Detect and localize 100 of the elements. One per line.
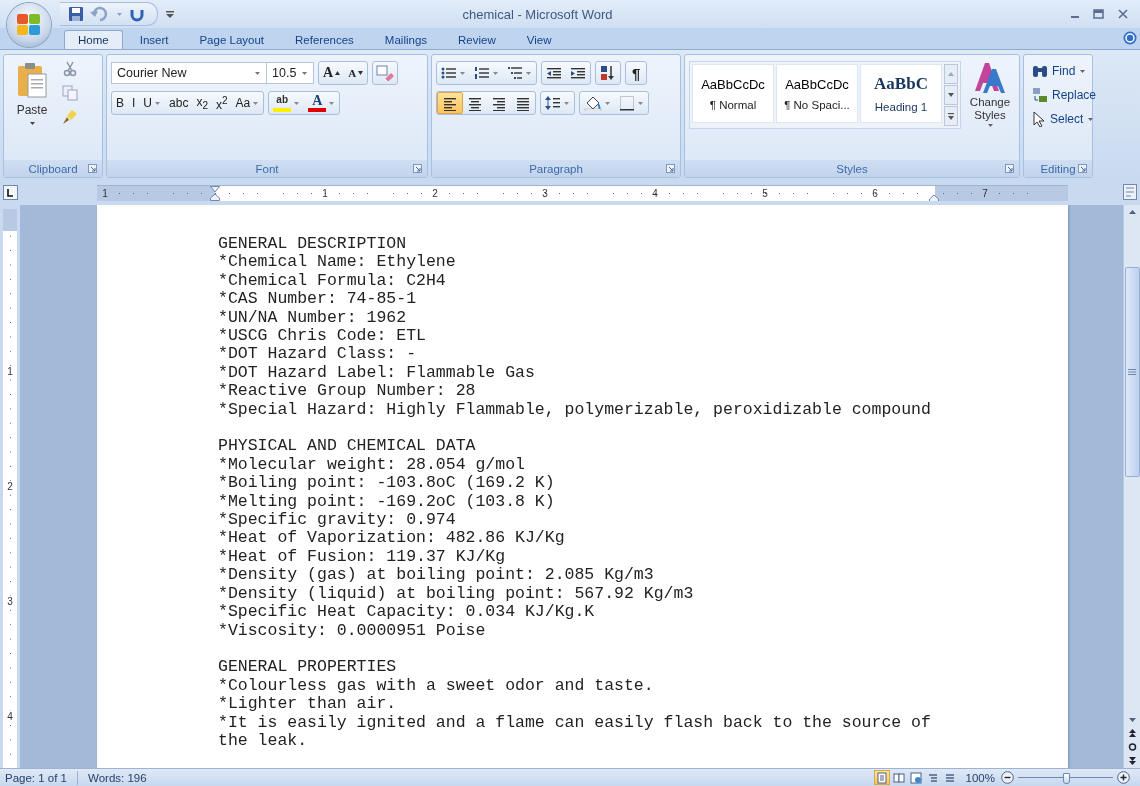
dialog-launcher-icon (666, 164, 675, 173)
font-name-field[interactable]: Courier New (111, 62, 267, 84)
italic-button[interactable]: I (128, 92, 140, 114)
ruler-number: 2 (7, 481, 13, 492)
underline-button[interactable]: U (139, 92, 166, 114)
ruler-number: 1 (7, 366, 13, 377)
ruler-number: 2 (432, 188, 438, 199)
ribbon-tab[interactable]: View (512, 30, 566, 49)
document-line: *Colourless gas with a sweet odor and taste. (218, 676, 655, 696)
caret-icon (301, 70, 308, 76)
section-heading: GENERAL DESCRIPTION (218, 235, 408, 254)
customize-caret-icon (166, 11, 174, 19)
font-color-button[interactable]: A (304, 92, 340, 114)
ribbon-tab[interactable]: References (281, 30, 368, 49)
style-option[interactable]: AaBbCcDc ¶ No Spaci... (776, 64, 858, 123)
change-case-button[interactable]: Aa (231, 92, 264, 114)
group-label: Editing (1040, 162, 1076, 175)
group-label: Paragraph (529, 162, 583, 175)
align-left-icon (442, 95, 458, 111)
bold-button[interactable]: B (112, 92, 128, 114)
document-line: *Specific Heat Capacity: 0.034 KJ/Kg.K (218, 603, 596, 622)
web-view-button[interactable] (907, 770, 924, 785)
group-label: Clipboard (28, 162, 78, 175)
scroll-up-icon (944, 64, 958, 84)
document-line: *Heat of Vaporization: 482.86 KJ/Kg (218, 529, 566, 548)
dialog-launcher-icon (1078, 164, 1087, 173)
document-line: *Chemical Name: Ethylene (218, 253, 457, 272)
ribbon-tab[interactable]: Page Layout (185, 30, 279, 49)
ruler-number: 3 (542, 188, 548, 199)
highlight-button[interactable]: ab (269, 92, 305, 114)
ruler-margin (3, 209, 17, 231)
zoom-level[interactable]: 100% (965, 771, 995, 784)
scrollbar[interactable] (1123, 205, 1140, 768)
select-button[interactable]: Select (1032, 109, 1097, 129)
more-styles-icon (944, 106, 958, 126)
document-line: *UN/NA Number: 1962 (218, 308, 408, 328)
caret-icon (28, 121, 36, 126)
document-line: *Molecular weight: 28.054 g/mol (218, 455, 526, 475)
document-line: *Specific gravity: 0.974 (218, 511, 457, 530)
scroll-thumb[interactable] (1124, 267, 1140, 477)
slider-thumb[interactable] (1062, 773, 1070, 784)
print-view-icon (875, 771, 888, 784)
paste-button[interactable]: Paste (8, 61, 56, 160)
document-line: *Lighter than air. (218, 695, 398, 714)
document-line: *Density (liquid) at boiling point: 567.92 Kg/m3 (218, 584, 695, 604)
align-center-icon (467, 95, 483, 111)
style-option[interactable]: AaBbCcDc ¶ Normal (692, 64, 774, 123)
strikethrough-button[interactable]: abc (165, 92, 193, 114)
bullets-icon (441, 65, 457, 81)
find-button[interactable]: Find (1032, 61, 1097, 81)
ribbon-tab[interactable]: Mailings (370, 30, 442, 49)
group-label: Font (255, 162, 279, 175)
minimize-icon (1071, 16, 1079, 18)
web-view-icon (909, 771, 922, 784)
caret-icon (492, 70, 499, 76)
grow-font-button[interactable]: A (319, 62, 345, 84)
document-line: *Melting point: -169.2oC (103.8 K) (218, 492, 556, 512)
ruler-number: 6 (872, 188, 878, 199)
replace-button[interactable]: Replace (1032, 85, 1097, 105)
shading-icon (584, 95, 602, 111)
office-button[interactable] (7, 3, 51, 47)
ribbon-tab[interactable]: Home (64, 30, 123, 49)
print-view-button[interactable] (873, 770, 890, 785)
ruler-number: 4 (652, 188, 658, 199)
reading-view-button[interactable] (890, 770, 907, 785)
document-line: *Special Hazard: Highly Flammable, polymerizable, peroxidizable compound (218, 400, 932, 420)
font-size-field[interactable]: 10.5 (266, 62, 314, 84)
ribbon-tab[interactable]: Insert (125, 30, 183, 49)
dialog-launcher-icon (88, 164, 97, 173)
ribbon-tab[interactable]: Review (444, 30, 510, 49)
caret-icon (254, 70, 261, 76)
document-line: *CAS Number: 74-85-1 (218, 290, 418, 309)
superscript-button[interactable]: x$^{2}$ (211, 92, 232, 114)
shrink-font-button[interactable]: A (344, 62, 368, 84)
style-option[interactable]: AaBbC Heading 1 (860, 64, 942, 123)
caret-icon (116, 11, 123, 17)
caret-icon (604, 100, 611, 106)
clipboard-icon (16, 61, 48, 99)
office-logo-icon (16, 13, 42, 37)
document-line: *DOT Hazard Label: Flammable Gas (218, 363, 536, 383)
align-left-button[interactable] (437, 92, 463, 114)
zoom-slider[interactable] (1018, 773, 1113, 782)
align-justify-icon (515, 95, 531, 111)
caret-icon (293, 100, 301, 106)
page-count[interactable]: Page: 1 of 1 (5, 771, 68, 784)
subscript-button[interactable]: x$_{2}$ (192, 92, 212, 114)
show-formatting-button[interactable]: ¶ (626, 62, 647, 84)
caret-icon (986, 123, 994, 128)
borders-icon (619, 95, 635, 111)
caret-icon (1079, 68, 1087, 74)
caret-icon (252, 100, 260, 106)
word-count[interactable]: Words: 196 (88, 771, 147, 784)
change-styles-button[interactable]: Change Styles (965, 61, 1015, 160)
ruler-number: 7 (982, 188, 988, 199)
scroll-down-icon (944, 85, 958, 105)
document-line: *Viscosity: 0.0000951 Poise (218, 621, 487, 640)
ruler-number: 5 (762, 188, 768, 199)
document-line: *DOT Hazard Class: - (218, 345, 418, 364)
tab-selector-icon (3, 185, 18, 200)
document-line: *Heat of Fusion: 119.37 KJ/Kg (218, 547, 507, 567)
